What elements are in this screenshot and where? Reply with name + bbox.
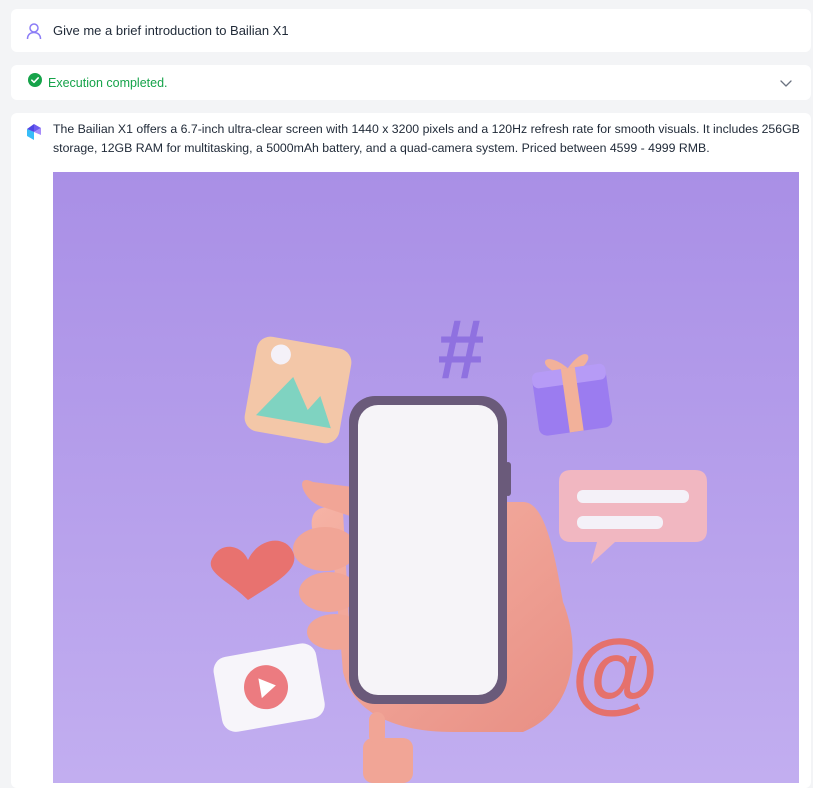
- answer-text: The Bailian X1 offers a 6.7-inch ultra-c…: [53, 122, 800, 155]
- hash-symbol: #: [438, 302, 485, 396]
- status-text: Execution completed.: [48, 75, 168, 90]
- user-message-text: Give me a brief introduction to Bailian …: [53, 23, 289, 38]
- assistant-answer: The Bailian X1 offers a 6.7-inch ultra-c…: [11, 113, 811, 788]
- chevron-down-icon[interactable]: [779, 76, 793, 90]
- at-symbol: @: [571, 622, 659, 722]
- product-illustration: # @: [53, 172, 799, 783]
- user-message: Give me a brief introduction to Bailian …: [11, 9, 811, 52]
- phone-illustration: [349, 396, 511, 704]
- check-circle-icon: [28, 73, 42, 92]
- bot-logo-icon: [25, 123, 43, 141]
- picture-icon: [244, 336, 352, 444]
- execution-status-bar[interactable]: Execution completed.: [11, 65, 811, 100]
- user-icon: [25, 22, 43, 40]
